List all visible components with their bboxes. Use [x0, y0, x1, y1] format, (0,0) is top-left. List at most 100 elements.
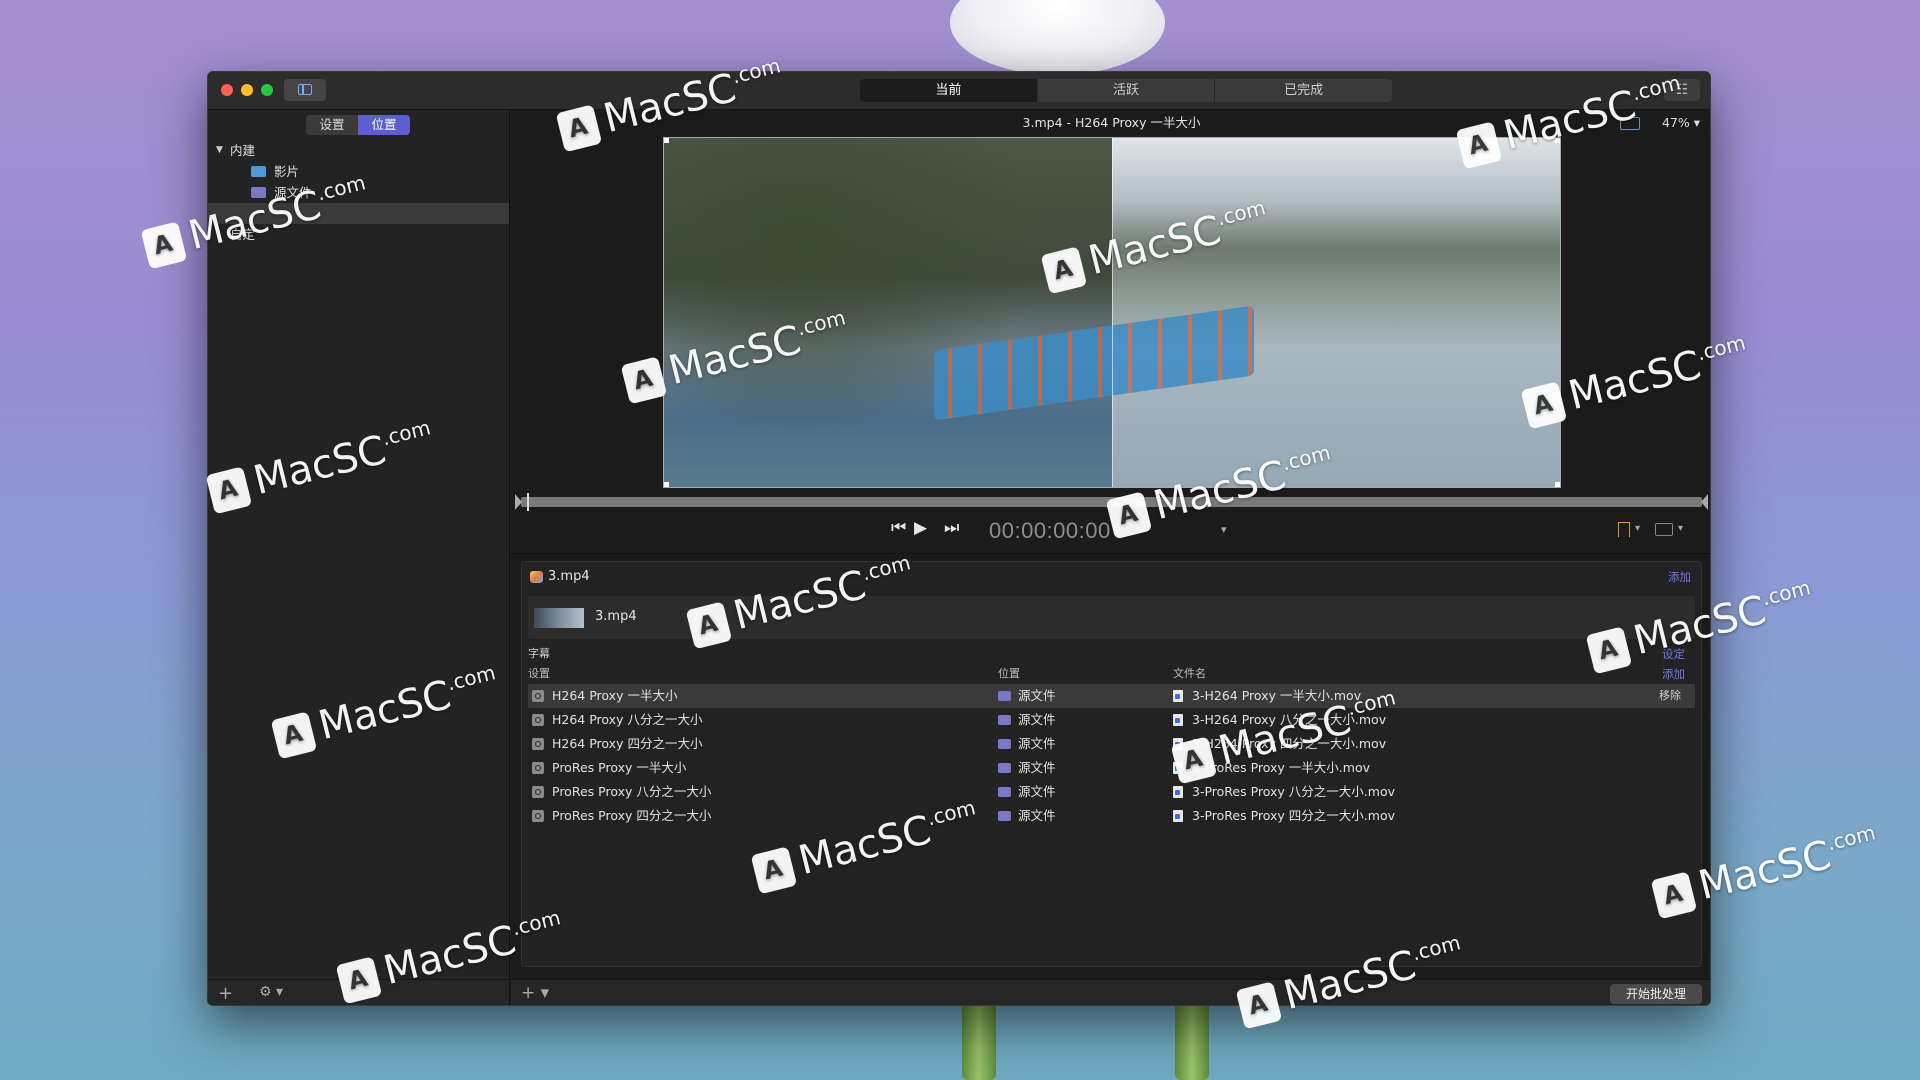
tree-item-movies[interactable]: 影片 [208, 161, 509, 182]
add-job-button[interactable]: + ▾ [521, 983, 549, 1003]
minimize-button[interactable] [241, 84, 253, 96]
file-icon [1173, 786, 1183, 798]
preset-icon [532, 714, 544, 726]
file-icon [1173, 738, 1183, 750]
row-location[interactable]: 源文件 [1018, 684, 1056, 708]
file-icon [1173, 690, 1183, 702]
chevron-down-icon[interactable]: ▾ [1694, 115, 1700, 130]
watermark-logo [140, 221, 188, 270]
tree-item-source[interactable]: 源文件 [208, 182, 509, 203]
subtitles-set-button[interactable]: 设定 [1662, 644, 1685, 664]
skip-forward-icon[interactable]: ⏭ [944, 518, 959, 538]
play-icon[interactable]: ▶ [914, 518, 927, 538]
close-button[interactable] [221, 84, 233, 96]
tree-group-builtin[interactable]: ▼ 内建 [208, 140, 509, 161]
sidebar-icon [298, 84, 312, 95]
row-location[interactable]: 源文件 [1018, 756, 1056, 780]
bookmark-icon[interactable] [1618, 522, 1630, 537]
tree-group-label: 自定 [230, 227, 256, 242]
crop-handle[interactable] [1555, 138, 1560, 143]
row-filename[interactable]: 3-ProRes Proxy 一半大小.mov [1192, 756, 1370, 780]
playhead[interactable] [527, 493, 529, 511]
tree-item-selected[interactable] [208, 203, 509, 224]
batch-source-header: 3.mp4 添加 [522, 562, 1701, 592]
crop-handle[interactable] [1555, 482, 1560, 487]
folder-icon [998, 691, 1011, 701]
row-setting: H264 Proxy 一半大小 [552, 688, 678, 703]
row-setting: H264 Proxy 四分之一大小 [552, 736, 703, 751]
start-batch-button[interactable]: 开始批处理 [1610, 984, 1702, 1004]
split-view-icon[interactable] [1619, 117, 1640, 130]
tab-completed[interactable]: 已完成 [1215, 79, 1392, 102]
sidebar-toggle-button[interactable] [284, 79, 326, 101]
preset-icon [532, 690, 544, 702]
table-row[interactable]: ProRes Proxy 四分之一大小 源文件 3-ProRes Proxy 四… [528, 804, 1695, 828]
file-icon [1173, 810, 1183, 822]
row-filename[interactable]: 3-H264 Proxy 八分之一大小.mov [1192, 708, 1386, 732]
tab-active[interactable]: 活跃 [1038, 79, 1216, 102]
crop-handle[interactable] [664, 138, 669, 143]
add-output-button[interactable]: 添加 [1662, 664, 1685, 684]
remove-button[interactable]: 移除 [1659, 684, 1681, 708]
locations-tree: ▼ 内建 影片 源文件 自定 [208, 140, 509, 245]
split-divider[interactable] [1112, 138, 1113, 487]
table-row[interactable]: ProRes Proxy 八分之一大小 源文件 3-ProRes Proxy 八… [528, 780, 1695, 804]
batch-tabs: 当前 活跃 已完成 [860, 79, 1392, 102]
folder-icon [998, 715, 1011, 725]
row-filename[interactable]: 3-ProRes Proxy 四分之一大小.mov [1192, 804, 1395, 828]
folder-icon [998, 739, 1011, 749]
row-filename[interactable]: 3-H264 Proxy 一半大小.mov [1192, 684, 1361, 708]
row-location[interactable]: 源文件 [1018, 804, 1056, 828]
chevron-down-icon[interactable]: ▾ [1221, 523, 1227, 536]
job-name: 3.mp4 [595, 609, 637, 624]
table-row[interactable]: H264 Proxy 一半大小 源文件 3-H264 Proxy 一半大小.mo… [528, 684, 1695, 708]
timecode-display[interactable]: 00:00:00:00 [989, 518, 1111, 544]
segment-settings[interactable]: 设置 [306, 115, 358, 135]
file-icon [1173, 714, 1183, 726]
tree-item-label: 源文件 [274, 185, 312, 200]
display-icon[interactable] [1655, 523, 1673, 536]
gear-icon[interactable]: ⚙ ▾ [259, 984, 283, 1000]
chevron-down-icon[interactable]: ▾ [1678, 523, 1683, 534]
skip-back-icon[interactable]: ⏮ [891, 518, 906, 538]
subtitles-row: 字幕 设定 [528, 644, 1695, 664]
row-filename[interactable]: 3-ProRes Proxy 八分之一大小.mov [1192, 780, 1395, 804]
job-thumbnail [534, 608, 584, 628]
inspector-toggle-button[interactable]: ☷ [1664, 79, 1700, 101]
chevron-down-icon[interactable]: ▾ [1635, 523, 1640, 534]
crop-handle[interactable] [664, 482, 669, 487]
video-original-half [664, 138, 1112, 487]
preset-icon [532, 786, 544, 798]
batch-panel: 3.mp4 添加 3.mp4 字幕 设定 设置 位置 文件名 添加 H264 P… [521, 561, 1702, 967]
tree-group-custom[interactable]: 自定 [208, 224, 509, 245]
table-row[interactable]: H264 Proxy 四分之一大小 源文件 3-H264 Proxy 四分之一大… [528, 732, 1695, 756]
video-preview[interactable] [663, 137, 1561, 488]
add-location-button[interactable]: + [218, 983, 233, 1004]
purple-folder-icon [251, 187, 266, 198]
segment-locations[interactable]: 位置 [358, 115, 410, 135]
source-name: 3.mp4 [548, 569, 590, 584]
row-location[interactable]: 源文件 [1018, 732, 1056, 756]
background-flower [950, 0, 1165, 75]
viewer-title: 3.mp4 - H264 Proxy 一半大小 [1022, 115, 1201, 130]
row-location[interactable]: 源文件 [1018, 708, 1056, 732]
table-row[interactable]: ProRes Proxy 一半大小 源文件 3-ProRes Proxy 一半大… [528, 756, 1695, 780]
table-row[interactable]: H264 Proxy 八分之一大小 源文件 3-H264 Proxy 八分之一大… [528, 708, 1695, 732]
folder-icon [998, 811, 1011, 821]
row-filename[interactable]: 3-H264 Proxy 四分之一大小.mov [1192, 732, 1386, 756]
preset-icon [532, 762, 544, 774]
blue-folder-icon [251, 166, 266, 177]
table-header: 设置 位置 文件名 添加 [528, 664, 1695, 684]
disclosure-triangle-icon[interactable]: ▼ [216, 140, 223, 161]
column-location: 位置 [998, 667, 1020, 680]
add-button[interactable]: 添加 [1668, 562, 1691, 592]
tab-current[interactable]: 当前 [860, 79, 1038, 102]
row-location[interactable]: 源文件 [1018, 780, 1056, 804]
zoom-level[interactable]: 47% [1662, 115, 1690, 130]
zoom-button[interactable] [261, 84, 273, 96]
timeline-scrubber[interactable] [515, 493, 1708, 511]
folder-icon [998, 787, 1011, 797]
main-area: 3.mp4 - H264 Proxy 一半大小 47% ▾ ⏮ ▶ ⏭ 00:0… [511, 110, 1710, 1005]
job-card[interactable]: 3.mp4 [528, 596, 1695, 639]
source-icon [530, 571, 543, 583]
